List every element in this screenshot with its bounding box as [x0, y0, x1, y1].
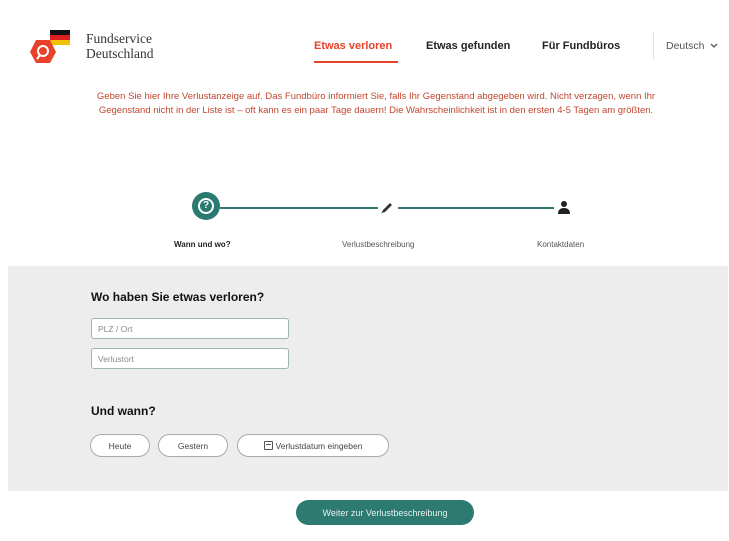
step-connector: [398, 207, 554, 209]
step-connector: [220, 207, 378, 209]
nav-fuer-fundbueros[interactable]: Für Fundbüros: [542, 40, 620, 52]
logo-icon: [30, 28, 78, 64]
step-1-indicator: ?: [192, 192, 220, 220]
today-button[interactable]: Heute: [90, 434, 150, 457]
nav-etwas-gefunden[interactable]: Etwas gefunden: [426, 40, 510, 52]
step-2-label: Verlustbeschreibung: [342, 240, 415, 249]
continue-button[interactable]: Weiter zur Verlustbeschreibung: [296, 500, 474, 525]
page: Fundservice Deutschland Etwas verloren E…: [8, 12, 728, 541]
progress-stepper: ? Wann und wo? Verlustbeschreibung Konta…: [8, 190, 728, 260]
step-1-label: Wann und wo?: [174, 240, 231, 249]
intro-text: Geben Sie hier Ihre Verlustanzeige auf. …: [96, 91, 656, 116]
language-select[interactable]: Deutsch: [653, 32, 729, 60]
calendar-icon: [263, 441, 273, 450]
enter-date-label: Verlustdatum eingeben: [275, 440, 363, 451]
yesterday-button[interactable]: Gestern: [158, 434, 228, 457]
where-heading: Wo haben Sie etwas verloren?: [91, 290, 265, 304]
language-label: Deutsch: [666, 40, 705, 52]
pencil-icon: [379, 200, 395, 216]
person-icon: [556, 199, 572, 215]
when-heading: Und wann?: [91, 404, 156, 418]
step-3-label: Kontaktdaten: [537, 240, 585, 249]
brand-name: Fundservice Deutschland: [86, 31, 153, 61]
plz-ort-input[interactable]: [91, 318, 289, 339]
question-icon: ?: [198, 198, 214, 214]
enter-date-button[interactable]: Verlustdatum eingeben: [237, 434, 389, 457]
brand-name-line2: Deutschland: [86, 46, 154, 61]
chevron-down-icon: [710, 41, 718, 51]
brand-name-line1: Fundservice: [86, 31, 152, 46]
header: Fundservice Deutschland Etwas verloren E…: [8, 12, 728, 72]
nav-active-underline: [314, 61, 398, 63]
brand-logo[interactable]: Fundservice Deutschland: [30, 26, 180, 66]
nav-etwas-verloren[interactable]: Etwas verloren: [314, 40, 392, 52]
verlustort-input[interactable]: [91, 348, 289, 369]
